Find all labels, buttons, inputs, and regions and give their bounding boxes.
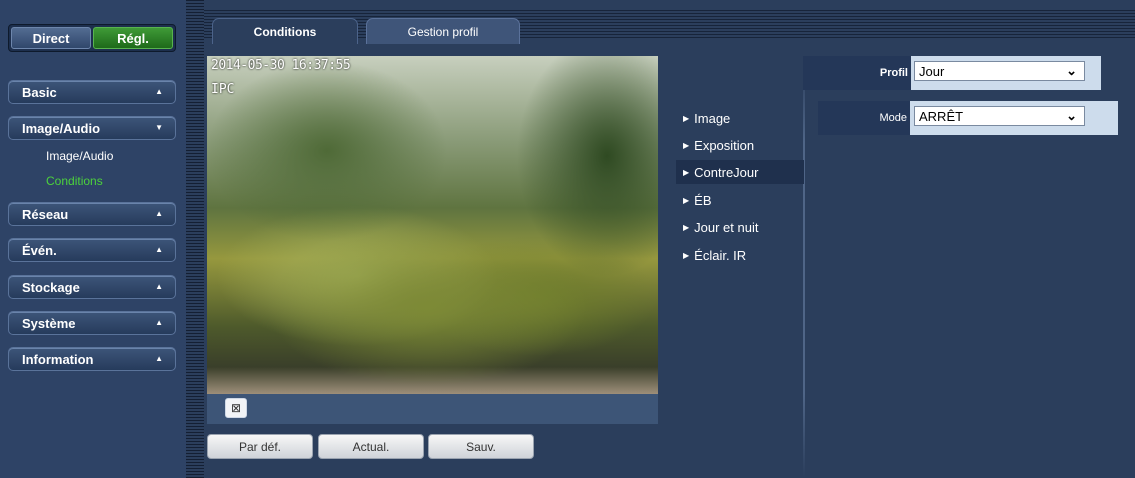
nav-label: Image xyxy=(694,110,731,126)
menu-reseau[interactable]: Réseau ▲ xyxy=(8,202,176,226)
menu-label: Réseau xyxy=(22,206,69,222)
bullet-arrow-icon: ▶ xyxy=(683,195,690,205)
nav-contrejour[interactable]: ▶ ContreJour xyxy=(676,160,804,184)
menu-label: Information xyxy=(22,351,94,367)
menu-stockage[interactable]: Stockage ▲ xyxy=(8,275,176,299)
menu-label: Système xyxy=(22,315,76,331)
collapse-arrow-icon: ▼ xyxy=(155,123,163,132)
fullscreen-icon[interactable]: ⊠ xyxy=(225,398,247,418)
expand-arrow-icon: ▲ xyxy=(155,87,163,96)
menu-information[interactable]: Information ▲ xyxy=(8,347,176,371)
nav-eclair-ir[interactable]: ▶ Éclair. IR xyxy=(676,243,804,267)
expand-arrow-icon: ▲ xyxy=(155,354,163,363)
submenu-conditions[interactable]: Conditions xyxy=(46,174,103,188)
menu-even[interactable]: Évén. ▲ xyxy=(8,238,176,262)
nav-label: ContreJour xyxy=(694,164,759,180)
save-button[interactable]: Sauv. xyxy=(428,434,534,459)
nav-label: Exposition xyxy=(694,137,755,153)
chevron-down-icon: ⌄ xyxy=(1066,63,1077,78)
bullet-arrow-icon: ▶ xyxy=(683,113,690,123)
nav-label: ÉB xyxy=(694,192,712,208)
video-preview: 2014-05-30 16:37:55 IPC xyxy=(207,56,658,394)
nav-eb[interactable]: ▶ ÉB xyxy=(676,188,804,212)
nav-image[interactable]: ▶ Image xyxy=(676,106,804,130)
menu-label: Image/Audio xyxy=(22,120,101,136)
profile-label: Profil xyxy=(803,56,911,90)
mode-label: Mode xyxy=(818,101,910,135)
nav-label: Jour et nuit xyxy=(694,219,759,235)
expand-arrow-icon: ▲ xyxy=(155,209,163,218)
bullet-arrow-icon: ▶ xyxy=(683,140,690,150)
profile-select[interactable]: Jour ⌄ xyxy=(914,61,1085,81)
menu-label: Basic xyxy=(22,84,57,100)
nav-jour-et-nuit[interactable]: ▶ Jour et nuit xyxy=(676,215,804,239)
video-timestamp: 2014-05-30 16:37:55 xyxy=(211,58,351,73)
video-channel-title: IPC xyxy=(211,82,235,97)
menu-label: Évén. xyxy=(22,242,57,258)
bullet-arrow-icon: ▶ xyxy=(683,167,690,177)
expand-arrow-icon: ▲ xyxy=(155,282,163,291)
tab-conditions[interactable]: Conditions xyxy=(212,18,358,44)
submenu-image-audio[interactable]: Image/Audio xyxy=(46,149,113,163)
nav-exposition[interactable]: ▶ Exposition xyxy=(676,133,804,157)
mode-select[interactable]: ARRÊT ⌄ xyxy=(914,106,1085,126)
bullet-arrow-icon: ▶ xyxy=(683,222,690,232)
menu-label: Stockage xyxy=(22,279,80,295)
video-toolbar xyxy=(207,394,658,424)
menu-systeme[interactable]: Système ▲ xyxy=(8,311,176,335)
sidebar: Direct Régl. Basic ▲ Image/Audio ▼ Image… xyxy=(0,0,186,478)
sidebar-divider xyxy=(186,0,204,478)
live-button[interactable]: Direct xyxy=(11,27,91,49)
nav-label: Éclair. IR xyxy=(694,247,747,263)
tab-gestion-profil[interactable]: Gestion profil xyxy=(366,18,520,44)
refresh-button[interactable]: Actual. xyxy=(318,434,424,459)
default-button[interactable]: Par déf. xyxy=(207,434,313,459)
expand-arrow-icon: ▲ xyxy=(155,318,163,327)
mode-switch: Direct Régl. xyxy=(8,24,176,52)
menu-image-audio[interactable]: Image/Audio ▼ xyxy=(8,116,176,140)
mode-value: ARRÊT xyxy=(919,108,964,124)
bullet-arrow-icon: ▶ xyxy=(683,250,690,260)
expand-arrow-icon: ▲ xyxy=(155,245,163,254)
setup-button[interactable]: Régl. xyxy=(93,27,173,49)
profile-value: Jour xyxy=(919,63,945,79)
chevron-down-icon: ⌄ xyxy=(1066,108,1077,123)
menu-basic[interactable]: Basic ▲ xyxy=(8,80,176,104)
